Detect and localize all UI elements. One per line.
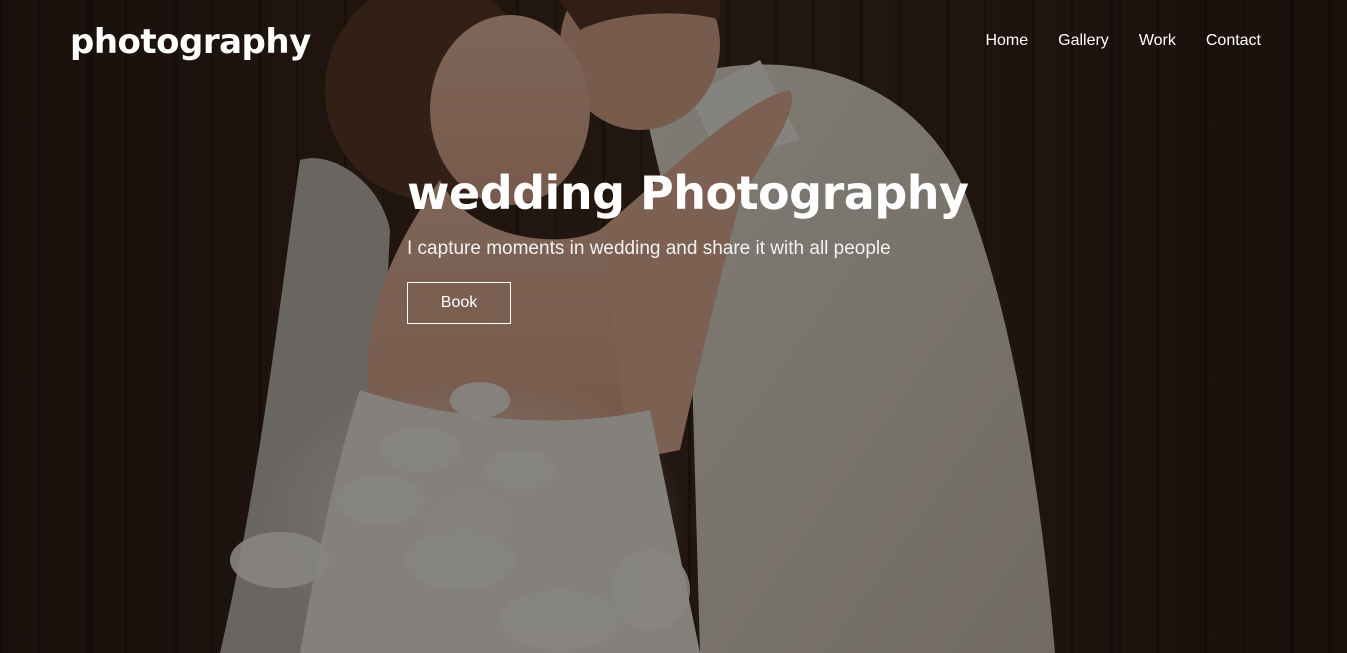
- hero-subtitle: I capture moments in wedding and share i…: [407, 238, 891, 259]
- main-nav: Home Gallery Work Contact: [985, 30, 1261, 52]
- book-button[interactable]: Book: [407, 282, 511, 324]
- hero-section: photography Home Gallery Work Contact we…: [0, 0, 1347, 653]
- site-logo[interactable]: photography: [70, 20, 311, 64]
- hero-title: wedding Photography: [407, 166, 969, 220]
- nav-link-contact[interactable]: Contact: [1206, 30, 1261, 52]
- nav-link-work[interactable]: Work: [1139, 30, 1176, 52]
- nav-link-home[interactable]: Home: [985, 30, 1028, 52]
- site-header: photography Home Gallery Work Contact: [0, 0, 1347, 84]
- hero-content: wedding Photography I capture moments in…: [407, 164, 1047, 324]
- nav-link-gallery[interactable]: Gallery: [1058, 30, 1109, 52]
- dark-overlay: [0, 0, 1347, 653]
